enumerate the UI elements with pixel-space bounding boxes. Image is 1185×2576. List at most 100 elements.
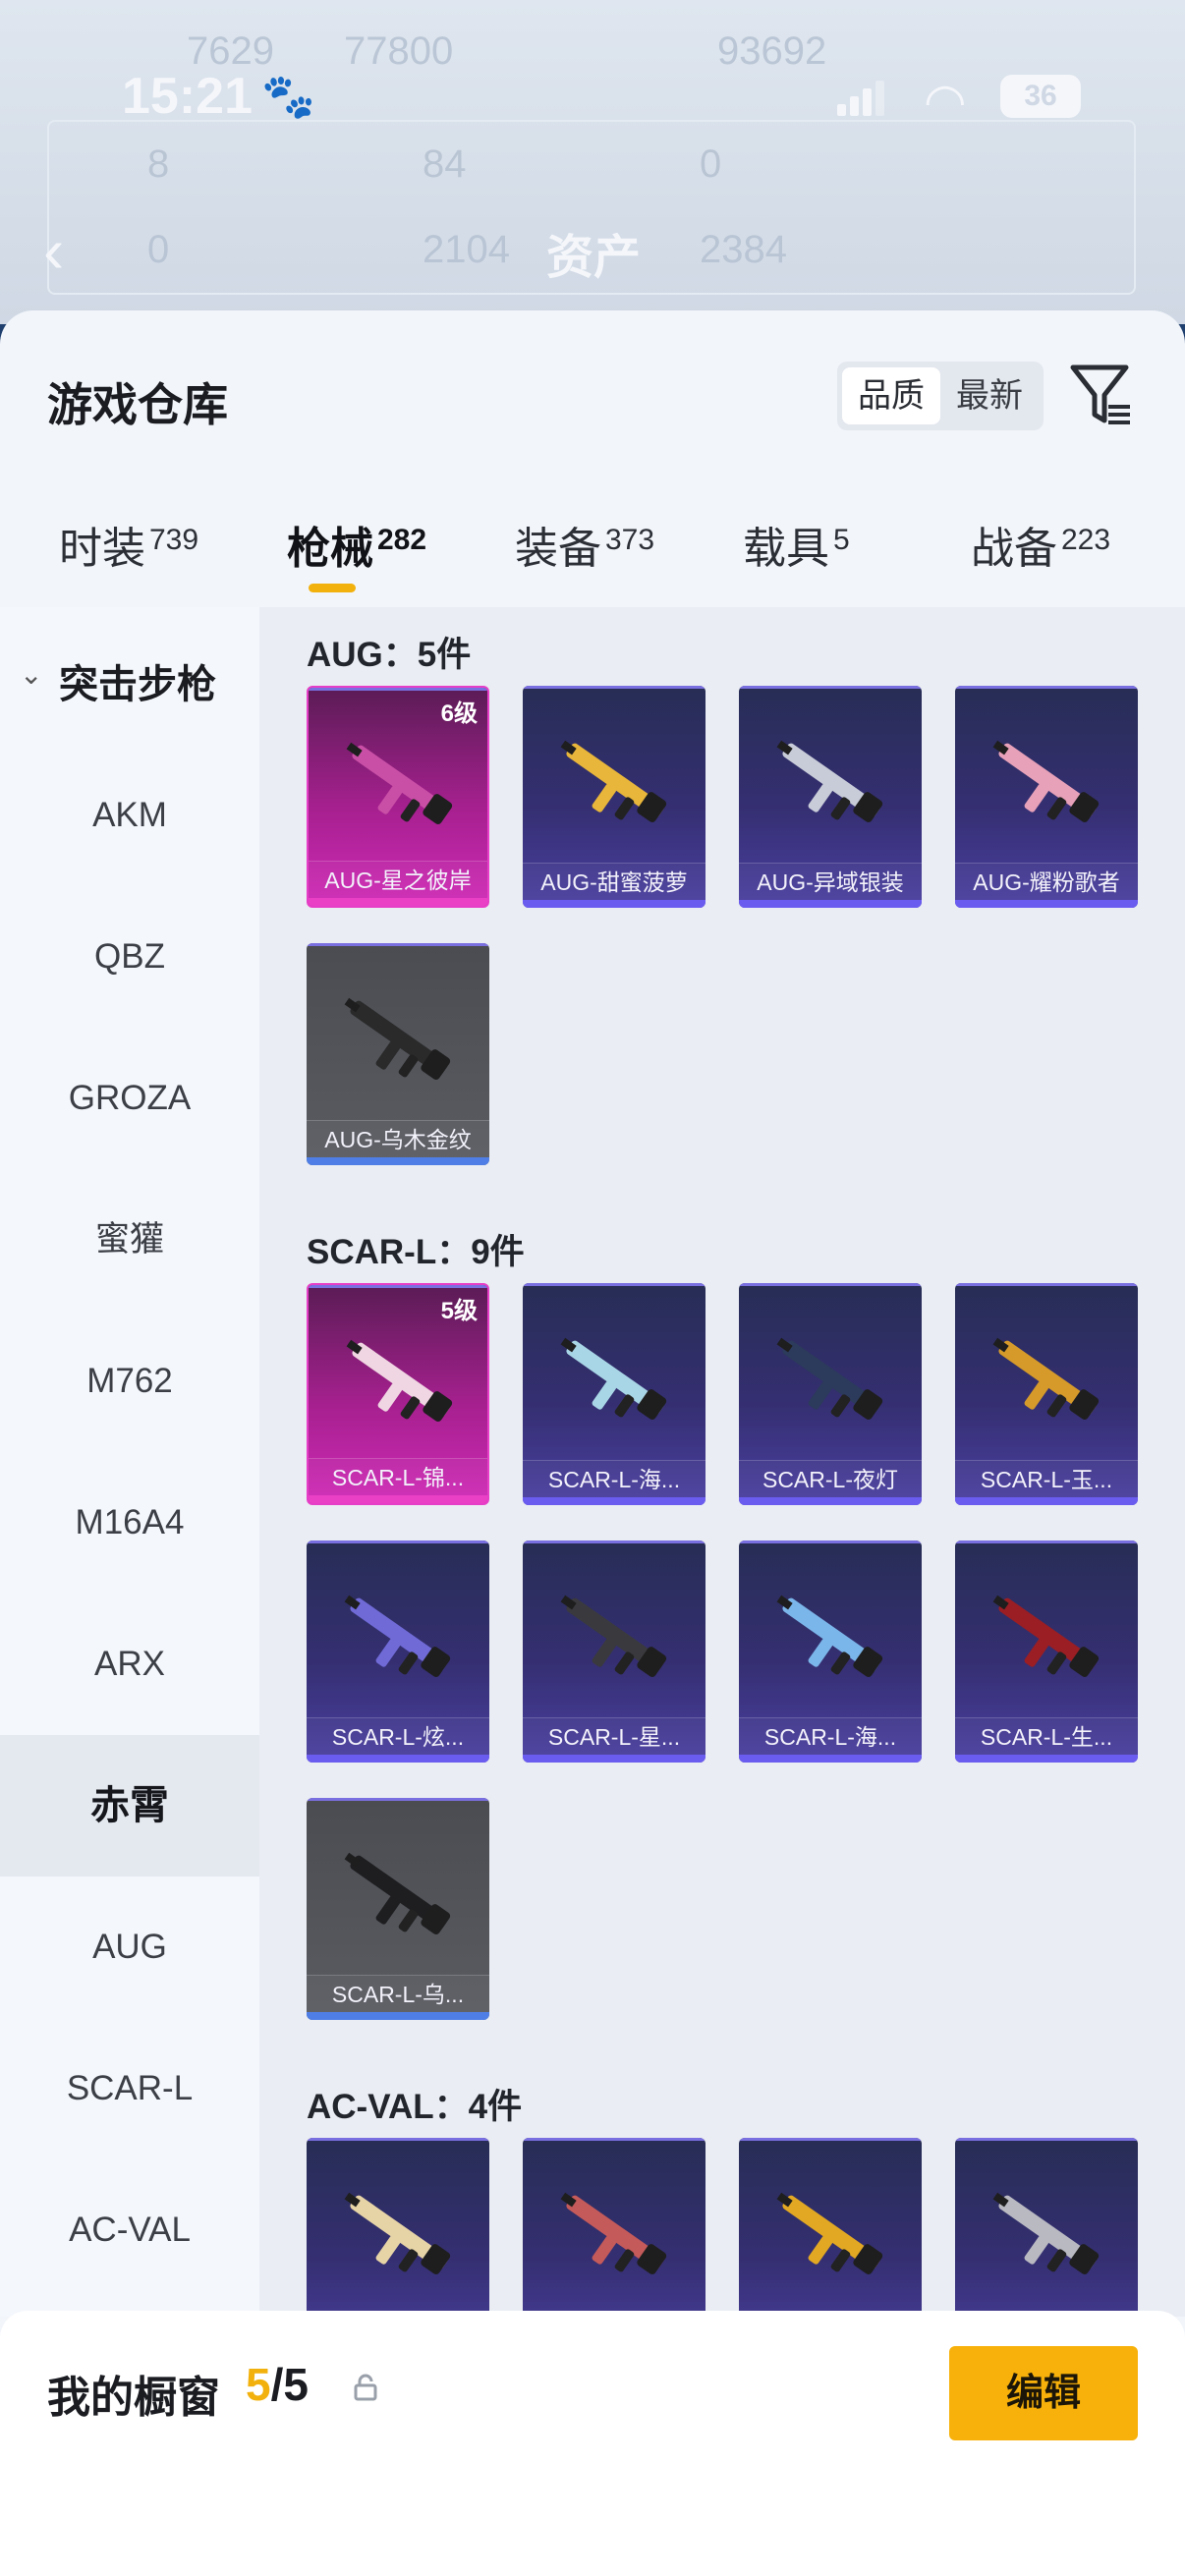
back-arrow-icon[interactable]: ‹ [43,214,64,287]
tab-supplies[interactable]: 战备 223 [971,513,1110,576]
rarity-bar [739,900,922,908]
sheet-title: 游戏仓库 [47,379,228,430]
rifle-icon [992,1595,1100,1677]
tab-vehicles[interactable]: 载具 5 [743,513,850,576]
game-warehouse-sheet: 游戏仓库 品质 最新 时装 739 枪械 282 装备 373 载具 5 战备 223 ⌄… [0,310,1185,2576]
sidebar-item[interactable]: AC-VAL [0,2159,259,2301]
weapon-skin-card[interactable]: SCAR-L-玉... [955,1283,1138,1505]
weapon-skin-card[interactable]: SCAR-L-乌... [307,1798,489,2020]
weapon-skin-card[interactable]: 6级 AUG-星之彼岸 [307,686,489,908]
ghost-value: 0 [147,228,170,271]
weapon-skin-card[interactable]: AC-VAL-荒... [523,2138,705,2317]
group-title: AC-VAL：4件 [307,2088,523,2126]
tab-label: 枪械 [287,525,373,573]
rarity-bar [307,1755,489,1763]
sidebar-item[interactable]: M16A4 [0,1452,259,1594]
rarity-bar [309,1495,487,1503]
rifle-icon [560,740,667,822]
paw-icon: 🐾 [261,73,315,121]
weapon-skin-card[interactable]: 5级 SCAR-L-锦... [307,1283,489,1505]
active-tab-indicator [309,584,356,592]
tab-fashion[interactable]: 时装 739 [59,513,198,576]
tab-guns[interactable]: 枪械 282 [287,513,426,576]
group-title: AUG：5件 [307,636,472,674]
skin-name: AUG-星之彼岸 [309,861,487,898]
skin-name: SCAR-L-海... [523,1460,705,1497]
tab-label: 载具 [743,525,829,573]
rifle-icon [560,1337,667,1420]
ghost-value: 2104 [423,228,510,271]
weapon-skin-card[interactable]: SCAR-L-海... [523,1283,705,1505]
tab-count: 739 [149,524,199,556]
skin-name: SCAR-L-夜灯 [739,1460,922,1497]
tab-label: 装备 [515,525,601,573]
tab-label: 战备 [971,525,1057,573]
sidebar-item[interactable]: ARX [0,1594,259,1735]
rifle-icon [992,2192,1100,2274]
skin-name: AUG-异域银装 [739,863,922,900]
skin-name: SCAR-L-海... [739,1717,922,1755]
ghost-value: 0 [700,142,722,186]
rifle-icon [344,1852,451,1934]
category-tabs: 时装 739 枪械 282 装备 373 载具 5 战备 223 [0,503,1185,601]
weapon-skin-card[interactable]: SCAR-L-炫... [307,1540,489,1763]
filter-icon[interactable] [1069,362,1134,430]
weapon-skin-card[interactable]: AUG-耀粉歌者 [955,686,1138,908]
sidebar-item[interactable]: GROZA [0,1028,259,1169]
skin-name: SCAR-L-锦... [309,1458,487,1495]
weapon-skin-card[interactable]: SCAR-L-夜灯 [739,1283,922,1505]
sidebar-item[interactable]: QBZ [0,886,259,1028]
sidebar-item[interactable]: SCAR-L [0,2018,259,2159]
skin-level-badge: 6级 [440,700,478,727]
sidebar-item[interactable]: 赤霄 [0,1735,259,1876]
showcase-bar: 我的橱窗 5/5 编辑 [0,2311,1185,2576]
sidebar-item[interactable]: M762 [0,1311,259,1452]
sidebar-item[interactable]: 蜜獾 [0,1169,259,1311]
rarity-bar [523,900,705,908]
skin-name: AUG-耀粉歌者 [955,863,1138,900]
sidebar-category-assault-rifles[interactable]: ⌄ 突击步枪 [0,607,259,745]
status-time: 15:21 [122,68,253,125]
weapon-skin-card[interactable]: AUG-乌木金纹 [307,943,489,1165]
sidebar-item[interactable]: AUG [0,1876,259,2018]
battery-indicator: 36 [1000,75,1081,118]
edit-button[interactable]: 编辑 [949,2346,1138,2440]
rarity-bar [523,1497,705,1505]
tab-equipment[interactable]: 装备 373 [515,513,654,576]
weapon-skin-card[interactable]: SCAR-L-海... [739,1540,922,1763]
sort-by-quality-button[interactable]: 品质 [842,367,940,424]
sort-by-newest-button[interactable]: 最新 [940,367,1039,424]
showcase-label: 我的橱窗 [47,2374,220,2422]
sort-toggle: 品质 最新 [837,362,1044,430]
asset-header-background: 7629 77800 93692 8 84 0 0 2104 2384 15:2… [0,0,1185,324]
showcase-count: 5/5 [246,2359,309,2410]
weapon-skin-card[interactable]: AC-VAL-青... [307,2138,489,2317]
rarity-bar [307,1157,489,1165]
rifle-icon [776,740,883,822]
weapon-skin-card[interactable]: SCAR-L-星... [523,1540,705,1763]
sidebar-item[interactable]: AKM [0,745,259,886]
tab-count: 373 [605,524,655,556]
weapon-skin-card[interactable]: AUG-异域银装 [739,686,922,908]
rifle-icon [992,1337,1100,1420]
weapon-sidebar: ⌄ 突击步枪 AKM QBZ GROZA 蜜獾 M762 M16A4 ARX 赤霄 AUG SCA… [0,607,259,2317]
rarity-bar [955,1497,1138,1505]
wifi-icon: ◠ [924,74,967,129]
signal-icon [837,81,884,116]
rarity-bar [523,1755,705,1763]
weapon-skin-card[interactable]: AC-VAL-快... [955,2138,1138,2317]
tab-count: 282 [377,524,427,556]
skin-name: SCAR-L-玉... [955,1460,1138,1497]
skin-name: SCAR-L-星... [523,1717,705,1755]
sidebar-category-label: 突击步枪 [59,663,216,706]
rifle-icon [344,997,451,1080]
rarity-bar [739,1497,922,1505]
weapon-skin-card[interactable]: SCAR-L-生... [955,1540,1138,1763]
weapon-skin-card[interactable]: AUG-甜蜜菠萝 [523,686,705,908]
skin-name: AUG-甜蜜菠萝 [523,863,705,900]
skin-name: SCAR-L-生... [955,1717,1138,1755]
rarity-bar [955,1755,1138,1763]
skin-name: SCAR-L-炫... [307,1717,489,1755]
weapon-skin-card[interactable]: AC-VAL-天... [739,2138,922,2317]
rarity-bar [739,1755,922,1763]
